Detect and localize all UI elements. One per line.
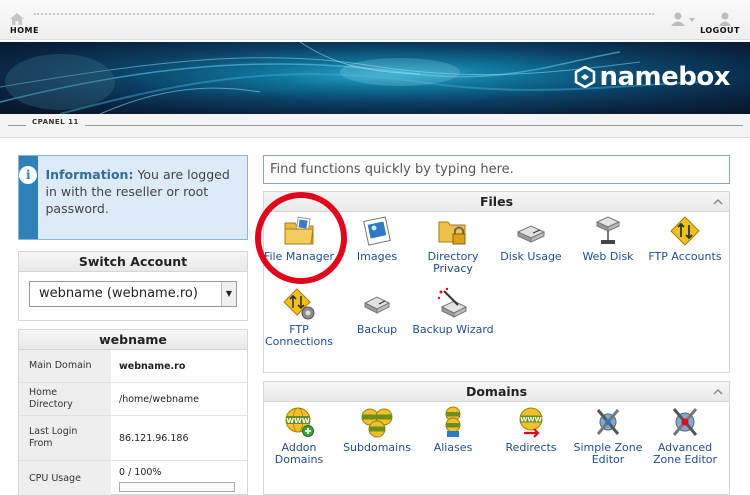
collapse-icon[interactable]	[713, 387, 723, 397]
advanced-zone-editor-label: Advanced Zone Editor	[652, 441, 718, 466]
aliases-label: Aliases	[433, 441, 473, 454]
ftp-connections-button[interactable]: FTP Connections	[258, 287, 340, 348]
ftp-accounts-label: FTP Accounts	[648, 250, 722, 263]
ftp-connections-label: FTP Connections	[265, 323, 333, 348]
highlight-circle	[255, 192, 347, 284]
backup-icon	[363, 296, 391, 314]
images-label: Images	[356, 250, 398, 263]
collapse-icon[interactable]	[713, 197, 723, 207]
subdomains-icon	[361, 408, 393, 438]
logout-link[interactable]: LOGOUT	[700, 26, 740, 35]
info-side: i	[19, 156, 38, 239]
images-button[interactable]: Images	[336, 214, 418, 263]
images-icon	[363, 216, 391, 246]
stat-value: 86.121.96.186	[119, 432, 189, 444]
stat-row-home-directory: Home Directory /home/webname	[19, 383, 247, 416]
web-disk-label: Web Disk	[582, 250, 634, 263]
cpu-usage-bar	[119, 481, 235, 492]
redirects-label: Redirects	[505, 441, 557, 454]
advanced-zone-editor-button[interactable]: Advanced Zone Editor	[644, 405, 726, 466]
ftp-connections-icon	[283, 288, 315, 320]
switch-account-panel: Switch Account webname (webname.ro) ▼	[18, 251, 248, 321]
backup-wizard-icon	[437, 287, 468, 318]
directory-privacy-button[interactable]: Directory Privacy	[412, 214, 494, 275]
logo-mark-icon	[575, 66, 596, 88]
information-box: i Information: You are logged in with th…	[18, 155, 248, 240]
stat-label: CPU Usage	[19, 461, 111, 495]
redirects-icon: WWW	[519, 407, 543, 438]
backup-wizard-label: Backup Wizard	[412, 323, 494, 336]
addon-domains-icon: WWW	[285, 407, 314, 437]
banner: namebox	[0, 42, 750, 114]
disk-usage-icon	[516, 225, 546, 243]
web-disk-icon	[595, 216, 621, 244]
stat-value: /home/webname	[119, 393, 199, 405]
directory-privacy-label: Directory Privacy	[427, 250, 479, 275]
info-icon: i	[19, 166, 38, 184]
simple-zone-editor-button[interactable]: Simple Zone Editor	[567, 405, 649, 466]
ftp-accounts-button[interactable]: FTP Accounts	[644, 214, 726, 263]
account-select[interactable]: webname (webname.ro) ▼	[29, 281, 237, 307]
chevron-down-icon[interactable]: ▼	[221, 282, 236, 306]
addon-domains-label: Addon Domains	[274, 441, 324, 466]
backup-button[interactable]: Backup	[336, 287, 418, 336]
account-select-value: webname (webname.ro)	[39, 286, 198, 301]
cpanel-version-label: CPANEL 11	[26, 118, 85, 126]
backup-wizard-button[interactable]: Backup Wizard	[412, 287, 494, 336]
cpanel-bar: CPANEL 11	[0, 114, 750, 138]
simple-zone-editor-label: Simple Zone Editor	[573, 441, 643, 466]
account-stats-title: webname	[19, 330, 247, 350]
addon-domains-button[interactable]: WWW Addon Domains	[258, 405, 340, 466]
account-stats-panel: webname Main Domain webname.ro Home Dire…	[18, 329, 248, 495]
stat-label: Home Directory	[19, 383, 111, 415]
stat-row-main-domain: Main Domain webname.ro	[19, 350, 247, 383]
aliases-icon	[445, 406, 461, 437]
namebox-logo: namebox	[574, 62, 730, 92]
switch-account-title: Switch Account	[19, 252, 247, 272]
stat-row-last-login: Last Login From 86.121.96.186	[19, 416, 247, 461]
stat-label: Last Login From	[19, 416, 111, 460]
ftp-accounts-icon	[670, 216, 700, 246]
disk-usage-button[interactable]: Disk Usage	[490, 214, 572, 263]
info-title: Information:	[45, 167, 134, 182]
stat-value: 0 / 100%	[119, 466, 162, 478]
top-divider	[34, 13, 654, 15]
stat-row-cpu-usage: CPU Usage 0 / 100%	[19, 461, 247, 495]
svg-text:WWW: WWW	[286, 417, 309, 425]
subdomains-button[interactable]: Subdomains	[336, 405, 418, 454]
search-input[interactable]: Find functions quickly by typing here.	[263, 155, 730, 184]
aliases-button[interactable]: Aliases	[412, 405, 494, 454]
directory-privacy-icon	[438, 221, 466, 245]
info-text: Information: You are logged in with the …	[38, 156, 248, 239]
web-disk-button[interactable]: Web Disk	[567, 214, 649, 263]
stat-value: webname.ro	[119, 360, 186, 372]
advanced-zone-editor-icon	[672, 408, 698, 436]
files-title-text: Files	[479, 194, 514, 209]
subdomains-label: Subdomains	[343, 441, 411, 454]
user-icon[interactable]	[671, 11, 697, 30]
redirects-button[interactable]: WWW Redirects	[490, 405, 572, 454]
simple-zone-editor-icon	[596, 409, 620, 435]
backup-label: Backup	[356, 323, 398, 336]
svg-text:WWW: WWW	[520, 416, 542, 424]
stat-label: Main Domain	[19, 350, 111, 382]
disk-usage-label: Disk Usage	[500, 250, 562, 263]
domains-title-text: Domains	[465, 384, 528, 399]
home-link[interactable]: HOME	[10, 26, 39, 35]
top-bar: HOME LOGOUT	[0, 0, 750, 40]
cpanel-divider	[8, 125, 743, 126]
domains-title: Domains	[264, 382, 729, 402]
logo-text: namebox	[599, 62, 730, 92]
